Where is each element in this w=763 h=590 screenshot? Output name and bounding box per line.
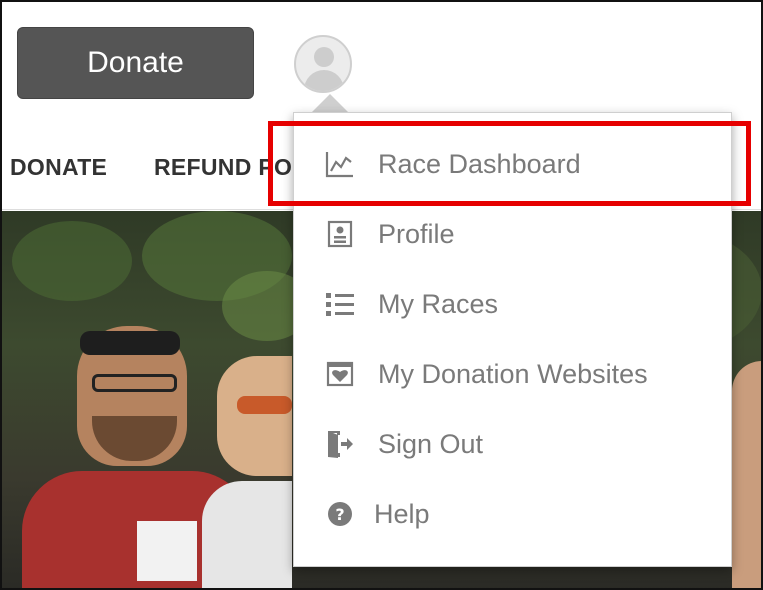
menu-item-my-races[interactable]: My Races <box>294 269 731 339</box>
donate-button[interactable]: Donate <box>17 27 254 99</box>
profile-card-icon <box>324 218 356 250</box>
menu-item-label: My Donation Websites <box>378 358 648 389</box>
top-bar: Donate <box>2 2 761 112</box>
avatar-body <box>304 70 344 91</box>
menu-item-help[interactable]: ? Help <box>294 479 731 549</box>
dropdown-caret <box>311 94 349 113</box>
avatar-head <box>314 47 334 67</box>
menu-item-label: Profile <box>378 218 455 249</box>
menu-item-profile[interactable]: Profile <box>294 199 731 269</box>
menu-item-sign-out[interactable]: Sign Out <box>294 409 731 479</box>
svg-text:?: ? <box>335 505 344 524</box>
menu-item-label: My Races <box>378 288 499 319</box>
sign-out-icon <box>324 428 356 460</box>
highlight-annotation-box <box>268 121 751 206</box>
menu-item-my-donation-websites[interactable]: My Donation Websites <box>294 339 731 409</box>
nav-item-donate[interactable]: DONATE <box>10 154 107 181</box>
list-icon <box>324 288 356 320</box>
screenshot-frame: Donate DONATE REFUND POLICY <box>0 0 763 590</box>
heart-card-icon <box>324 358 356 390</box>
user-avatar[interactable] <box>294 35 352 93</box>
help-circle-icon: ? <box>324 498 356 530</box>
menu-item-label: Help <box>374 498 430 529</box>
menu-item-label: Sign Out <box>378 428 484 459</box>
